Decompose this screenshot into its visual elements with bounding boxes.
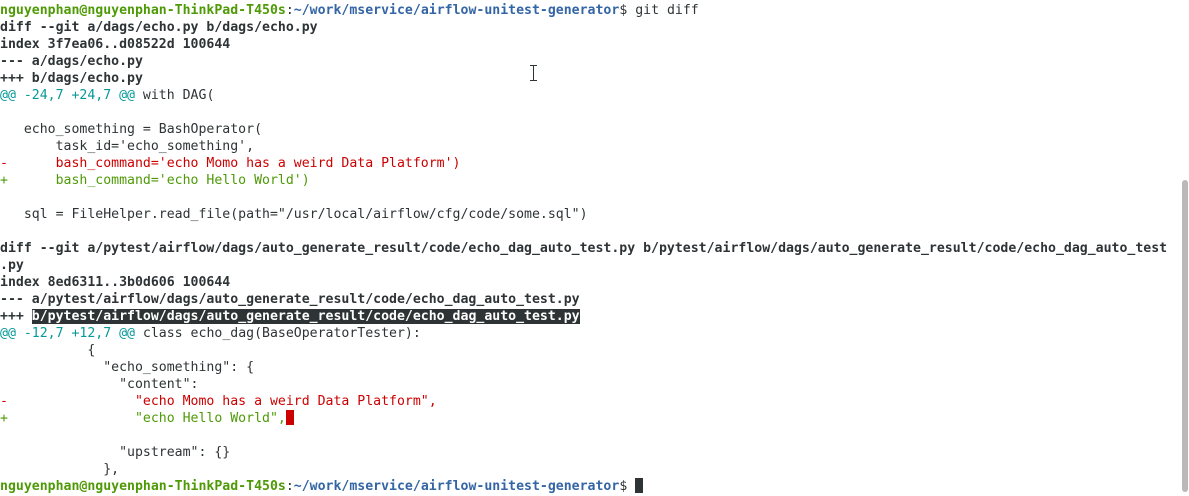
vertical-scrollbar[interactable] — [1181, 0, 1189, 496]
scrollbar-thumb[interactable] — [1182, 180, 1188, 492]
diff-added-line: + "echo Hello World", — [0, 410, 1180, 427]
diff-context-line: }, — [0, 462, 120, 477]
diff-new-file: +++ b/pytest/airflow/dags/auto_generate_… — [0, 308, 1180, 325]
prompt-user-host: nguyenphan@nguyenphan-ThinkPad-T450s — [0, 3, 286, 18]
terminal-window[interactable]: nguyenphan@nguyenphan-ThinkPad-T450s:~/w… — [0, 0, 1189, 496]
prompt-path: ~/work/mservice/airflow-unitest-generato… — [293, 3, 620, 18]
prompt-symbol: $ — [619, 479, 636, 494]
diff-old-file: --- a/pytest/airflow/dags/auto_generate_… — [0, 292, 580, 307]
hunk-context: class echo_dag(BaseOperatorTester): — [134, 326, 421, 341]
diff-context-line: { — [0, 343, 96, 358]
whitespace-error-marker — [285, 410, 294, 425]
diff-removed-line: - "echo Momo has a weird Data Platform", — [0, 394, 437, 409]
diff-context-line: "echo_something": { — [0, 360, 255, 375]
shell-prompt-line[interactable]: nguyenphan@nguyenphan-ThinkPad-T450s:~/w… — [0, 478, 1180, 495]
prompt-separator: : — [285, 3, 294, 18]
diff-header-wrap: .py — [0, 258, 24, 273]
diff-context-line: "content": — [0, 377, 199, 392]
diff-context-line: "upstream": {} — [0, 445, 231, 460]
hunk-marker: @@ -24,7 +24,7 @@ — [0, 88, 135, 103]
prompt-path: ~/work/mservice/airflow-unitest-generato… — [293, 479, 620, 494]
hunk-marker: @@ -12,7 +12,7 @@ — [0, 326, 135, 341]
selected-text[interactable]: b/pytest/airflow/dags/auto_generate_resu… — [31, 309, 580, 324]
diff-context-line — [0, 223, 1180, 240]
diff-context-line — [0, 427, 1180, 444]
terminal-output: nguyenphan@nguyenphan-ThinkPad-T450s:~/w… — [0, 2, 1180, 495]
diff-context-line: echo_something = BashOperator( — [0, 122, 263, 137]
diff-new-file: +++ b/dags/echo.py — [0, 71, 143, 86]
prompt-symbol: $ — [619, 3, 636, 18]
diff-context-line — [0, 104, 1180, 121]
diff-old-file: --- a/dags/echo.py — [0, 54, 143, 69]
added-line-text: + "echo Hello World", — [0, 411, 286, 426]
diff-context-line — [0, 189, 1180, 206]
prompt-user-host: nguyenphan@nguyenphan-ThinkPad-T450s — [0, 479, 286, 494]
diff-header: diff --git a/dags/echo.py b/dags/echo.py — [0, 20, 318, 35]
diff-context-line: sql = FileHelper.read_file(path="/usr/lo… — [0, 207, 588, 222]
diff-index: index 8ed6311..3b0d606 100644 — [0, 275, 231, 290]
terminal-cursor — [635, 478, 644, 493]
hunk-context: with DAG( — [134, 88, 215, 103]
diff-context-line: task_id='echo_something', — [0, 139, 255, 154]
new-file-prefix: +++ — [0, 309, 32, 324]
diff-added-line: + bash_command='echo Hello World') — [0, 173, 310, 188]
diff-index: index 3f7ea06..d08522d 100644 — [0, 37, 231, 52]
text-cursor-icon — [530, 64, 538, 82]
diff-hunk-header: @@ -12,7 +12,7 @@ class echo_dag(BaseOpe… — [0, 325, 1180, 342]
prompt-separator: : — [285, 479, 294, 494]
shell-prompt-line: nguyenphan@nguyenphan-ThinkPad-T450s:~/w… — [0, 2, 1180, 19]
diff-hunk-header: @@ -24,7 +24,7 @@ with DAG( — [0, 87, 1180, 104]
diff-header: diff --git a/pytest/airflow/dags/auto_ge… — [0, 241, 1168, 256]
diff-removed-line: - bash_command='echo Momo has a weird Da… — [0, 156, 461, 171]
prompt-command: git diff — [635, 3, 699, 18]
